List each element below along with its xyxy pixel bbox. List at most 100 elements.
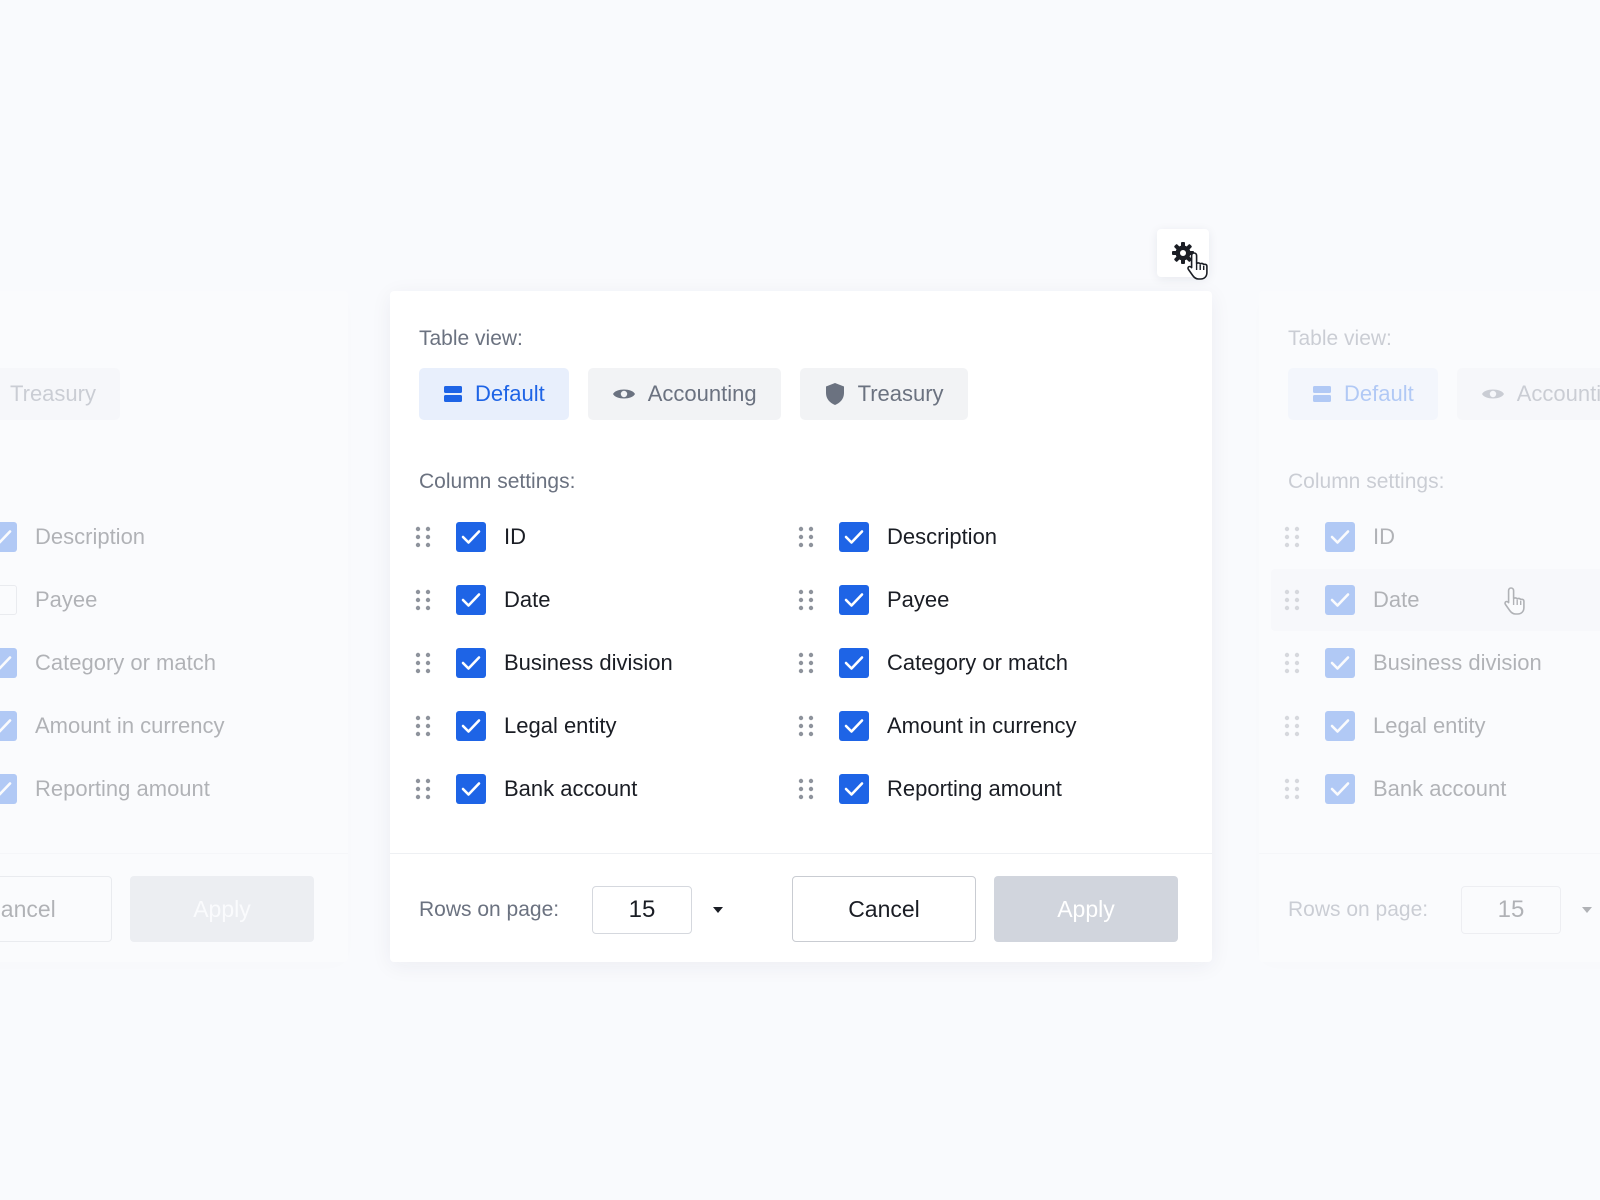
checkmark-icon — [844, 782, 864, 796]
checkbox — [1325, 585, 1355, 615]
column-label: Date — [1373, 587, 1420, 612]
column-label: Date — [504, 587, 551, 612]
ghost-apply-button: Apply — [130, 876, 314, 942]
eye-icon — [1481, 389, 1504, 399]
table-view-tabs: Default Accounting Treasury — [419, 368, 968, 420]
list-item: Payee — [0, 574, 97, 626]
column-label: ID — [1373, 524, 1395, 549]
column-checkbox-date[interactable] — [456, 585, 486, 615]
ghost-column-settings-label: Column settings: — [1288, 470, 1445, 493]
drag-handle-icon — [1279, 643, 1305, 683]
column-checkbox-description[interactable] — [839, 522, 869, 552]
ghost-rows-input: 15 — [1461, 886, 1561, 934]
column-label: Business division — [504, 650, 673, 675]
column-label: ID — [504, 524, 526, 549]
column-label: Bank account — [1373, 776, 1507, 801]
checkmark-icon — [461, 719, 481, 733]
drag-handle-icon[interactable] — [410, 706, 436, 746]
checkbox — [1325, 522, 1355, 552]
checkbox — [1325, 648, 1355, 678]
column-checkbox-category-or-match[interactable] — [839, 648, 869, 678]
drag-handle-icon — [1279, 580, 1305, 620]
column-label: Amount in currency — [35, 713, 225, 738]
column-item-business-division: Business division — [410, 637, 673, 689]
ghost-table-view-label: Table view: — [1288, 327, 1392, 350]
rows-on-page-label: Rows on page: — [419, 898, 560, 921]
eye-icon — [612, 389, 635, 399]
drag-handle-icon[interactable] — [793, 706, 819, 746]
drag-handle-icon[interactable] — [410, 769, 436, 809]
drag-handle-icon[interactable] — [410, 517, 436, 557]
ghost-footer: Cancel Apply — [0, 853, 348, 962]
checkmark-icon — [461, 656, 481, 670]
column-item-id: ID — [410, 511, 526, 563]
checkmark-icon — [461, 530, 481, 544]
checkbox — [0, 648, 17, 678]
rows-per-page-input[interactable]: 15 — [592, 886, 692, 934]
shield-icon — [825, 383, 844, 405]
column-item-date: Date — [410, 574, 550, 626]
ghost-tab-treasury: Treasury — [0, 368, 120, 420]
ghost-tab-accounting: Accounting — [1456, 368, 1600, 420]
drag-handle-icon[interactable] — [793, 580, 819, 620]
chevron-down-icon[interactable] — [710, 902, 726, 918]
drag-handle-icon — [1279, 517, 1305, 557]
checkmark-icon — [844, 656, 864, 670]
drag-handle-icon[interactable] — [793, 517, 819, 557]
column-checkbox-business-division[interactable] — [456, 648, 486, 678]
tab-treasury[interactable]: Treasury — [799, 368, 968, 420]
ghost-tab-label: Default — [1344, 381, 1414, 406]
column-label: Description — [887, 524, 998, 549]
list-item: Description — [0, 511, 145, 563]
apply-button[interactable]: Apply — [994, 876, 1178, 942]
list-item: Category or match — [0, 637, 216, 689]
checkmark-icon — [844, 719, 864, 733]
tab-accounting[interactable]: Accounting — [587, 368, 781, 420]
ghost-cancel-button: Cancel — [0, 876, 112, 942]
checkmark-icon — [461, 782, 481, 796]
column-label: Legal entity — [504, 713, 617, 738]
column-label: Reporting amount — [887, 776, 1062, 801]
table-view-label: Table view: — [419, 327, 523, 350]
checkbox — [1325, 774, 1355, 804]
ghost-footer: Rows on page: 15 — [1259, 853, 1600, 962]
drag-handle-icon[interactable] — [793, 643, 819, 683]
ghost-tabs: Treasury — [0, 368, 120, 420]
column-settings-label: Column settings: — [419, 470, 576, 493]
checkbox — [0, 711, 17, 741]
drag-handle-icon[interactable] — [793, 769, 819, 809]
list-item: Date — [1279, 574, 1419, 626]
gear-icon — [1172, 242, 1194, 264]
tab-default[interactable]: Default — [419, 368, 569, 420]
column-checkbox-id[interactable] — [456, 522, 486, 552]
list-item: Legal entity — [1279, 700, 1486, 752]
tab-label: Accounting — [647, 381, 757, 406]
ghost-tab-label: Accounting — [1516, 381, 1600, 406]
column-checkbox-payee[interactable] — [839, 585, 869, 615]
drag-handle-icon — [1279, 706, 1305, 746]
list-item: Bank account — [1279, 763, 1506, 815]
column-label: Description — [35, 524, 146, 549]
column-item-bank-account: Bank account — [410, 763, 637, 815]
column-checkbox-reporting-amount[interactable] — [839, 774, 869, 804]
ghost-panel-left: Treasury Description Payee Category or m… — [0, 291, 348, 962]
ghost-tab-default: Default — [1288, 368, 1438, 420]
column-item-category-or-match: Category or match — [793, 637, 1068, 689]
settings-button[interactable] — [1157, 229, 1209, 277]
column-checkbox-bank-account[interactable] — [456, 774, 486, 804]
checkbox — [0, 774, 17, 804]
list-item: Amount in currency — [0, 700, 225, 752]
column-item-legal-entity: Legal entity — [410, 700, 617, 752]
checkbox — [1325, 711, 1355, 741]
list-item: ID — [1279, 511, 1395, 563]
column-label: Amount in currency — [887, 713, 1077, 738]
drag-handle-icon[interactable] — [410, 580, 436, 620]
checkbox — [0, 585, 17, 615]
cancel-button[interactable]: Cancel — [792, 876, 976, 942]
column-checkbox-legal-entity[interactable] — [456, 711, 486, 741]
chevron-down-icon — [1579, 902, 1595, 918]
drag-handle-icon[interactable] — [410, 643, 436, 683]
table-settings-panel: Table view: Default Accounting Treasury … — [390, 291, 1212, 962]
column-checkbox-amount-in-currency[interactable] — [839, 711, 869, 741]
column-label: Payee — [35, 587, 98, 612]
